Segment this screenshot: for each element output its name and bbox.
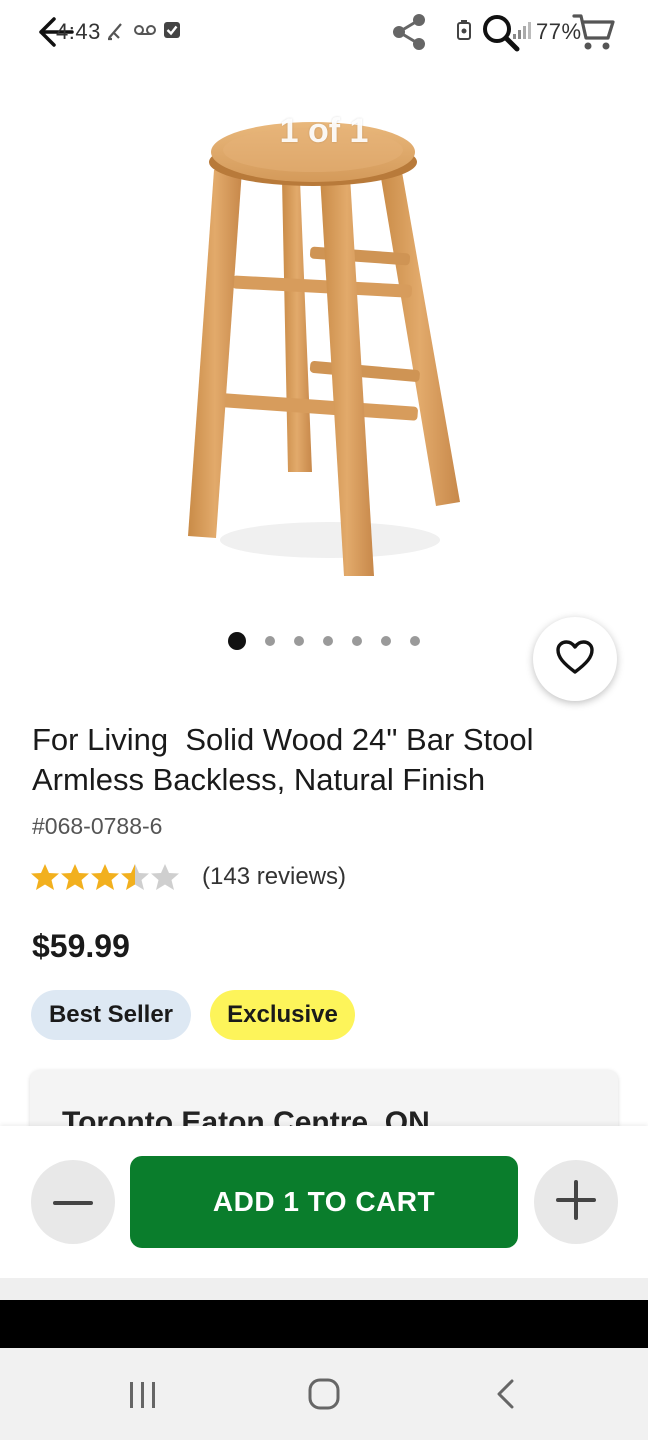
- system-divider: [0, 1300, 648, 1348]
- star-rating: [30, 862, 184, 892]
- product-price: $59.99: [32, 928, 130, 964]
- add-to-cart-button[interactable]: ADD 1 TO CART: [130, 1156, 518, 1248]
- carousel-dot[interactable]: [294, 636, 304, 646]
- image-counter: 1 of 1: [279, 112, 369, 150]
- recent-apps-icon[interactable]: [128, 1380, 158, 1410]
- decrease-quantity-button[interactable]: [31, 1160, 115, 1244]
- voicemail-icon: [134, 23, 156, 37]
- carousel-dot[interactable]: [228, 632, 246, 650]
- product-title: For Living Solid Wood 24" Bar Stool Arml…: [32, 722, 541, 797]
- carousel-dot[interactable]: [381, 636, 391, 646]
- increase-quantity-button[interactable]: [534, 1160, 618, 1244]
- best-seller-badge: Best Seller: [31, 990, 191, 1040]
- review-count[interactable]: (143 reviews): [202, 863, 346, 891]
- product-image[interactable]: [170, 100, 480, 590]
- heart-icon: [555, 639, 595, 680]
- share-icon[interactable]: [390, 12, 430, 52]
- checkbox-icon: [163, 21, 181, 39]
- home-icon[interactable]: [307, 1377, 341, 1411]
- product-rating[interactable]: (143 reviews): [30, 862, 346, 892]
- carousel-dot[interactable]: [410, 636, 420, 646]
- signal-icon: [512, 20, 532, 40]
- exclusive-badge: Exclusive: [210, 990, 355, 1040]
- carousel-dot[interactable]: [352, 636, 362, 646]
- status-time: 4:43: [56, 19, 101, 44]
- notification-icon: [105, 20, 127, 42]
- battery-saver-icon: [456, 20, 472, 40]
- plus-icon: [556, 1179, 596, 1225]
- minus-icon: [53, 1193, 93, 1211]
- product-sku: #068-0788-6: [32, 813, 163, 839]
- carousel-dot[interactable]: [323, 636, 333, 646]
- cart-bar-bottom: [0, 1278, 648, 1300]
- cart-icon[interactable]: [572, 10, 616, 54]
- back-icon[interactable]: [494, 1378, 516, 1410]
- wishlist-button[interactable]: [533, 617, 617, 701]
- carousel-dot[interactable]: [265, 636, 275, 646]
